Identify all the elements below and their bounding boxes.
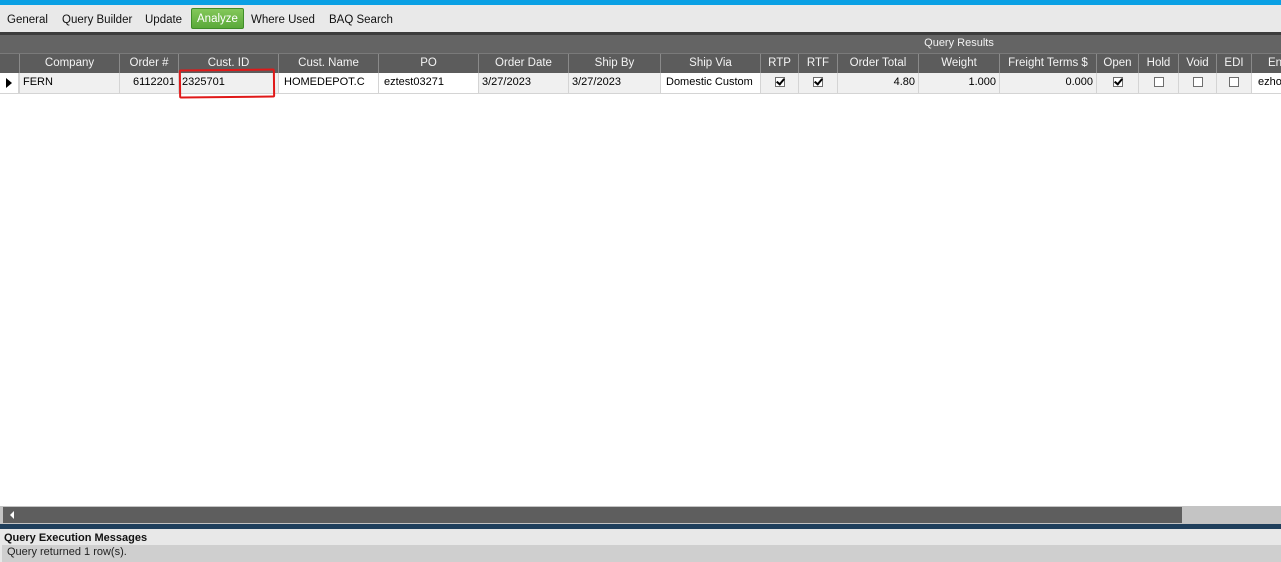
messages-text: Query returned 1 row(s). bbox=[7, 546, 127, 558]
cell-cust-id[interactable]: 2325701 bbox=[178, 73, 278, 93]
tab-general[interactable]: General bbox=[7, 14, 48, 26]
messages-line: Query returned 1 row(s). bbox=[2, 545, 1281, 562]
column-header-void[interactable]: Void bbox=[1178, 54, 1216, 74]
column-header-en[interactable]: En bbox=[1251, 54, 1281, 74]
checkbox-edi[interactable] bbox=[1229, 77, 1239, 87]
column-header-rtf[interactable]: RTF bbox=[798, 54, 837, 74]
cell-void[interactable] bbox=[1178, 73, 1216, 93]
grid-caption-title: Query Results bbox=[924, 37, 994, 49]
tab-strip: General Query Builder Update Analyze Whe… bbox=[0, 5, 1281, 33]
cell-cust-name[interactable]: HOMEDEPOT.C bbox=[278, 73, 378, 93]
cell-rtf[interactable] bbox=[798, 73, 837, 93]
column-header-edi[interactable]: EDI bbox=[1216, 54, 1251, 74]
checkbox-open[interactable] bbox=[1112, 77, 1123, 87]
checkbox-void[interactable] bbox=[1192, 77, 1203, 87]
scrollbar-thumb[interactable] bbox=[3, 507, 1182, 523]
column-header-open[interactable]: Open bbox=[1096, 54, 1138, 74]
column-header-cust-id[interactable]: Cust. ID bbox=[178, 54, 278, 74]
cell-en[interactable]: ezho bbox=[1251, 73, 1281, 93]
column-header-order-total[interactable]: Order Total bbox=[837, 54, 918, 74]
cell-ship-via[interactable]: Domestic Custom bbox=[660, 73, 760, 93]
query-messages-panel: Query Execution Messages Query returned … bbox=[0, 529, 1281, 562]
cell-company[interactable]: FERN bbox=[19, 73, 119, 93]
checkbox-rtf[interactable] bbox=[813, 77, 823, 87]
column-header-rtp[interactable]: RTP bbox=[760, 54, 798, 74]
cell-order-num[interactable]: 6112201 bbox=[119, 73, 178, 93]
column-header-cust-name[interactable]: Cust. Name bbox=[278, 54, 378, 74]
tab-where-used[interactable]: Where Used bbox=[251, 14, 315, 26]
column-header-ship-via[interactable]: Ship Via bbox=[660, 54, 760, 74]
cell-weight[interactable]: 1.000 bbox=[918, 73, 999, 93]
row-selector-header bbox=[0, 54, 19, 74]
cell-ship-by[interactable]: 3/27/2023 bbox=[568, 73, 660, 93]
tab-analyze[interactable]: Analyze bbox=[191, 8, 244, 29]
row-selector[interactable] bbox=[0, 73, 19, 93]
cell-order-total[interactable]: 4.80 bbox=[837, 73, 918, 93]
table-row[interactable]: FERN 6112201 2325701 HOMEDEPOT.C eztest0… bbox=[0, 73, 1281, 94]
cell-po[interactable]: eztest03271 bbox=[378, 73, 478, 93]
cell-hold[interactable] bbox=[1138, 73, 1178, 93]
grid-header-row: Company Order # Cust. ID Cust. Name PO O… bbox=[0, 53, 1281, 74]
grid-caption: Query Results bbox=[0, 35, 1281, 53]
checkbox-hold[interactable] bbox=[1153, 77, 1164, 87]
column-header-company[interactable]: Company bbox=[19, 54, 119, 74]
cell-edi[interactable] bbox=[1216, 73, 1251, 93]
checkbox-rtp[interactable] bbox=[774, 77, 785, 87]
column-header-freight-terms[interactable]: Freight Terms $ bbox=[999, 54, 1096, 74]
cell-freight-terms[interactable]: 0.000 bbox=[999, 73, 1096, 93]
tab-update[interactable]: Update bbox=[145, 14, 182, 26]
tab-baq-search[interactable]: BAQ Search bbox=[329, 14, 393, 26]
messages-title: Query Execution Messages bbox=[4, 532, 148, 544]
horizontal-scrollbar[interactable] bbox=[0, 506, 1281, 524]
column-header-po[interactable]: PO bbox=[378, 54, 478, 74]
scroll-left-arrow-icon[interactable] bbox=[10, 511, 14, 519]
column-header-weight[interactable]: Weight bbox=[918, 54, 999, 74]
cell-order-date[interactable]: 3/27/2023 bbox=[478, 73, 568, 93]
cell-rtp[interactable] bbox=[760, 73, 798, 93]
column-header-order-num[interactable]: Order # bbox=[119, 54, 178, 74]
column-header-order-date[interactable]: Order Date bbox=[478, 54, 568, 74]
cell-open[interactable] bbox=[1096, 73, 1138, 93]
column-header-ship-by[interactable]: Ship By bbox=[568, 54, 660, 74]
column-header-hold[interactable]: Hold bbox=[1138, 54, 1178, 74]
row-pointer-icon bbox=[6, 78, 12, 88]
tab-query-builder[interactable]: Query Builder bbox=[62, 14, 132, 26]
